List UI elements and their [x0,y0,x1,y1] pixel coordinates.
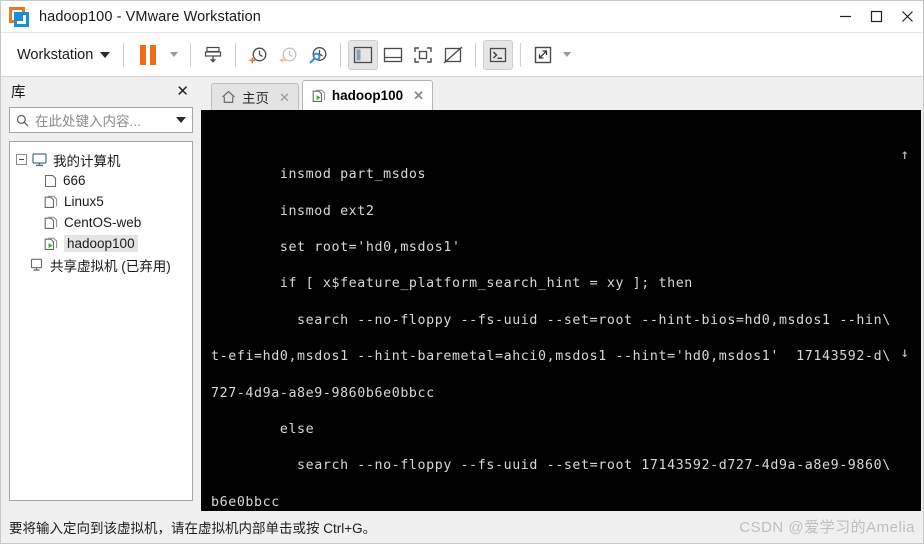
revert-snapshot-button[interactable] [273,40,303,70]
status-message: 要将输入定向到该虚拟机，请在虚拟机内部单击或按 Ctrl+G。 [9,521,377,536]
snapshot-manager-icon [309,46,327,64]
stretch-guest-button[interactable] [528,40,558,70]
console-line: search --no-floppy --fs-uuid --set=root … [211,458,891,474]
pause-dropdown-button[interactable] [165,40,183,70]
vm-pane: 主页 ✕ hadoop100 ✕ insmod part_msdos insmo… [201,77,923,511]
vm-single-icon [44,174,57,187]
thumbnail-bar-icon [384,47,403,62]
enter-full-screen-button[interactable] [408,40,438,70]
tab-strip: 主页 ✕ hadoop100 ✕ [201,77,921,110]
console-line: if [ x$feature_platform_search_hint = xy… [211,276,693,292]
tree-root-my-computer[interactable]: 我的计算机 [14,149,188,170]
tab-hadoop100[interactable]: hadoop100 ✕ [301,80,434,110]
sidebar-item-hadoop100[interactable]: hadoop100 [14,233,188,254]
scroll-up-indicator-icon: ↑ [900,147,909,163]
grub-edit-console: insmod part_msdos insmod ext2 set root='… [201,110,921,511]
vmware-workstation-window: hadoop100 - VMware Workstation Workstati… [0,0,924,544]
sidebar-item-666[interactable]: 666 [14,170,188,191]
vm-running-icon [44,237,58,250]
search-icon [16,114,29,126]
console-line: b6e0bbcc [211,494,280,510]
workstation-menu-button[interactable]: Workstation [11,43,116,67]
tab-label: 主页 [242,91,269,106]
shared-vm-icon [30,258,43,271]
stretch-dropdown-button[interactable] [558,40,576,70]
vm-stack-icon [44,195,58,208]
take-snapshot-button[interactable] [243,40,273,70]
tree-root-label: 我的计算机 [53,153,121,169]
tab-home[interactable]: 主页 ✕ [211,83,299,110]
search-input[interactable]: 在此处键入内容... [9,107,193,133]
chevron-down-icon [170,52,179,57]
toolbar-separator [190,42,192,67]
vmware-logo-icon [9,6,29,27]
library-sidebar: 库 ✕ 在此处键入内容... 我的计算机 666 Linux5 CentOS-w… [1,77,201,511]
toolbar-separator [123,42,125,67]
snapshot-revert-icon [279,47,297,63]
console-line: else [211,422,315,438]
maximize-icon[interactable] [861,1,892,32]
library-title: 库 [11,84,26,101]
console-icon [490,47,507,62]
pause-vm-button[interactable] [131,40,165,70]
pause-icon [140,44,157,65]
status-bar: 要将输入定向到该虚拟机，请在虚拟机内部单击或按 Ctrl+G。 [1,511,923,543]
minimize-icon[interactable] [830,1,861,32]
show-thumbnail-bar-button[interactable] [378,40,408,70]
sidebar-item-label: 共享虚拟机 (已弃用) [50,258,171,274]
main-toolbar: Workstation [1,33,923,77]
manage-snapshot-download-icon [205,46,222,63]
close-icon[interactable] [892,1,923,32]
vm-running-icon [312,89,326,102]
console-line: insmod ext2 [211,203,375,219]
console-line: 727-4d9a-a8e9-9860b6e0bbcc [211,385,435,401]
main-body: 库 ✕ 在此处键入内容... 我的计算机 666 Linux5 CentOS-w… [1,77,923,511]
show-library-button[interactable] [348,39,379,70]
console-line: search --no-floppy --fs-uuid --set=root … [211,312,891,328]
vm-stack-icon [44,216,58,229]
vm-tree: 我的计算机 666 Linux5 CentOS-web hadoop100 共享… [9,141,193,501]
workstation-menu-label: Workstation [17,46,94,63]
title-bar: hadoop100 - VMware Workstation [1,1,923,33]
console-view-button[interactable] [483,39,514,70]
collapse-expander-icon[interactable] [16,154,27,165]
full-screen-icon [414,46,432,63]
chevron-down-icon [100,51,111,58]
sidebar-item-label: Linux5 [64,194,104,209]
sidebar-item-centos-web[interactable]: CentOS-web [14,212,188,233]
scroll-down-indicator-icon: ↓ [900,345,909,361]
chevron-down-icon[interactable] [176,117,186,123]
search-placeholder: 在此处键入内容... [35,114,141,129]
toolbar-separator [235,42,237,67]
toolbar-separator [520,42,522,67]
window-controls [830,1,923,32]
sidebar-item-label: 666 [63,173,86,188]
library-panel-icon [354,46,373,63]
snapshot-manager-button[interactable] [303,40,333,70]
console-line: set root='hd0,msdos1' [211,240,461,256]
stretch-arrows-icon [535,46,552,63]
sidebar-item-shared-vms[interactable]: 共享虚拟机 (已弃用) [14,254,188,275]
sidebar-item-label: CentOS-web [64,215,142,230]
unity-mode-icon [443,46,463,63]
sidebar-item-linux5[interactable]: Linux5 [14,191,188,212]
library-header: 库 ✕ [1,77,201,105]
close-icon[interactable]: ✕ [279,91,290,104]
window-title: hadoop100 - VMware Workstation [39,8,261,25]
unity-mode-button[interactable] [438,40,468,70]
console-line: t-efi=hd0,msdos1 --hint-baremetal=ahci0,… [211,349,891,365]
tab-label: hadoop100 [331,88,404,103]
toolbar-separator [340,42,342,67]
close-icon[interactable]: ✕ [413,89,424,102]
send-ctrl-alt-del-button[interactable] [198,40,228,70]
toolbar-separator [475,42,477,67]
close-icon[interactable]: ✕ [173,82,192,101]
home-icon [222,90,235,103]
sidebar-item-label: hadoop100 [64,235,138,252]
my-computer-icon [32,152,47,166]
chevron-down-icon [563,52,572,57]
vm-console-screen[interactable]: insmod part_msdos insmod ext2 set root='… [201,110,921,511]
console-line: insmod part_msdos [211,167,427,183]
snapshot-add-icon [249,47,267,63]
